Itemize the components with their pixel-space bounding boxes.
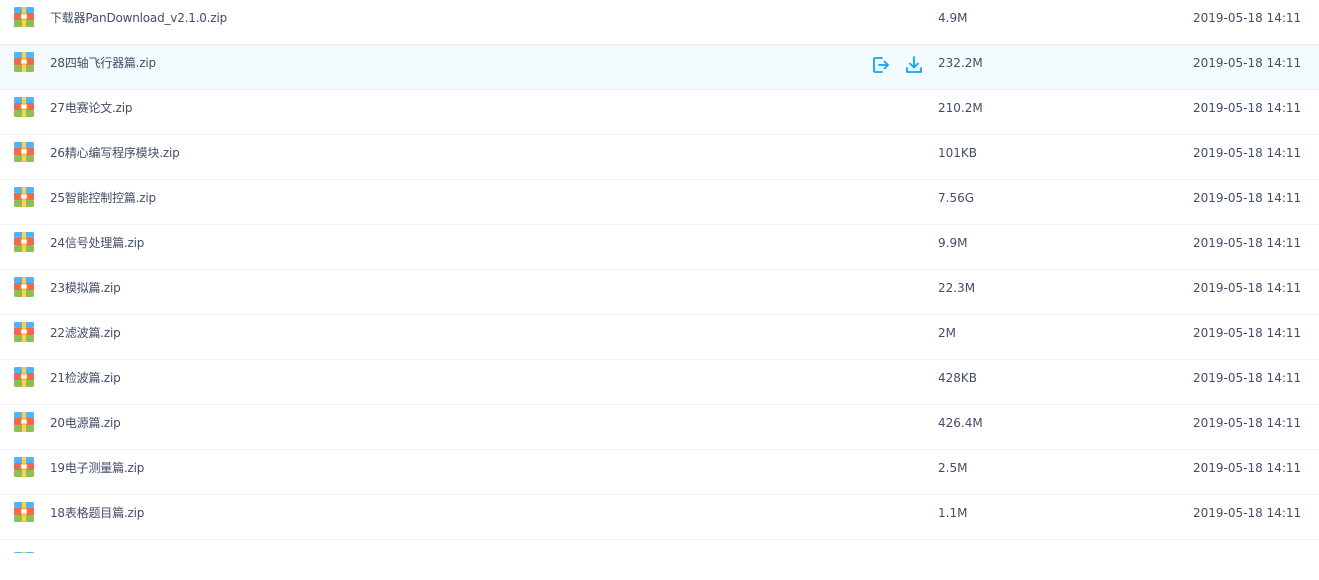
file-date: 2019-05-18 14:11 [1193,371,1302,385]
zip-archive-icon [14,322,34,342]
file-date: 2019-05-18 14:11 [1193,416,1302,430]
file-date: 2019-05-18 14:11 [1193,101,1302,115]
zip-archive-icon [14,552,34,553]
zip-archive-icon [14,52,34,72]
file-size: 428KB [938,371,978,385]
file-size: 2M [938,326,956,340]
file-row[interactable]: 下载器PanDownload_v2.1.0.zip 4.9M 2019-05-1… [0,0,1319,45]
zip-archive-icon [14,502,34,522]
file-name[interactable]: 18表格题目篇.zip [50,506,144,520]
file-row[interactable]: 21检波篇.zip 428KB 2019-05-18 14:11 [0,360,1319,405]
file-name[interactable]: 27电赛论文.zip [50,101,133,115]
file-size: 210.2M [938,101,983,115]
zip-archive-icon [14,187,34,207]
file-row[interactable]: 20电源篇.zip 426.4M 2019-05-18 14:11 [0,405,1319,450]
file-row[interactable]: 25智能控制控篇.zip 7.56G 2019-05-18 14:11 [0,180,1319,225]
file-size: 4.9M [938,11,968,25]
zip-archive-icon [14,232,34,252]
file-size: 232.2M [938,56,983,70]
file-date: 2019-05-18 14:11 [1193,506,1302,520]
zip-archive-icon [14,457,34,477]
file-name[interactable]: 24信号处理篇.zip [50,236,144,250]
file-date: 2019-05-18 14:11 [1193,236,1302,250]
file-size: 2.5M [938,461,968,475]
file-row-partial [0,540,1319,553]
file-list: 下载器PanDownload_v2.1.0.zip 4.9M 2019-05-1… [0,0,1319,553]
file-date: 2019-05-18 14:11 [1193,326,1302,340]
share-export-icon[interactable] [871,55,891,75]
download-icon[interactable] [904,55,924,75]
file-size: 22.3M [938,281,976,295]
file-row[interactable]: 28四轴飞行器篇.zip 232.2M 2019-05-18 14:11 [0,44,1319,90]
file-size: 9.9M [938,236,968,250]
file-name[interactable]: 23模拟篇.zip [50,281,121,295]
file-date: 2019-05-18 14:11 [1193,281,1302,295]
file-name[interactable]: 20电源篇.zip [50,416,121,430]
file-row[interactable]: 26精心编写程序模块.zip 101KB 2019-05-18 14:11 [0,135,1319,180]
file-name[interactable]: 19电子测量篇.zip [50,461,144,475]
file-name[interactable]: 26精心编写程序模块.zip [50,146,180,160]
file-date: 2019-05-18 14:11 [1193,56,1302,70]
file-date: 2019-05-18 14:11 [1193,461,1302,475]
file-size: 101KB [938,146,978,160]
zip-archive-icon [14,367,34,387]
file-row[interactable]: 19电子测量篇.zip 2.5M 2019-05-18 14:11 [0,450,1319,495]
zip-archive-icon [14,7,34,27]
file-row[interactable]: 22滤波篇.zip 2M 2019-05-18 14:11 [0,315,1319,360]
zip-archive-icon [14,412,34,432]
file-size: 7.56G [938,191,975,205]
file-row[interactable]: 18表格题目篇.zip 1.1M 2019-05-18 14:11 [0,495,1319,540]
file-row[interactable]: 27电赛论文.zip 210.2M 2019-05-18 14:11 [0,90,1319,135]
file-name[interactable]: 21检波篇.zip [50,371,121,385]
zip-archive-icon [14,142,34,162]
file-size: 426.4M [938,416,983,430]
file-size: 1.1M [938,506,968,520]
file-row[interactable]: 23模拟篇.zip 22.3M 2019-05-18 14:11 [0,270,1319,315]
file-name[interactable]: 25智能控制控篇.zip [50,191,156,205]
zip-archive-icon [14,277,34,297]
file-row[interactable]: 24信号处理篇.zip 9.9M 2019-05-18 14:11 [0,225,1319,270]
file-date: 2019-05-18 14:11 [1193,11,1302,25]
zip-archive-icon [14,97,34,117]
file-date: 2019-05-18 14:11 [1193,146,1302,160]
file-name[interactable]: 下载器PanDownload_v2.1.0.zip [50,11,227,25]
file-date: 2019-05-18 14:11 [1193,191,1302,205]
file-name[interactable]: 28四轴飞行器篇.zip [50,56,156,70]
file-name[interactable]: 22滤波篇.zip [50,326,121,340]
